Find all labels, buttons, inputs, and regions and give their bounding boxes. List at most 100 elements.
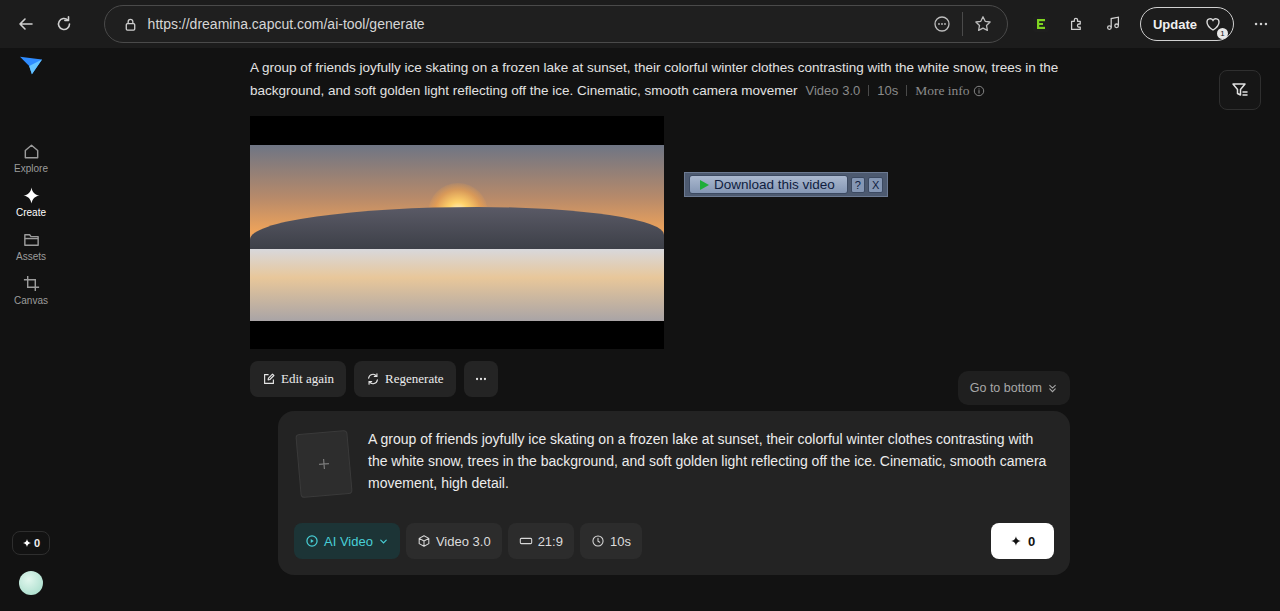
reader-options-icon[interactable] (932, 14, 952, 34)
download-video-button[interactable]: Download this video (689, 175, 848, 194)
update-badge: 1 (1217, 28, 1228, 39)
update-label: Update (1153, 17, 1197, 32)
sidebar-label: Explore (14, 163, 48, 174)
star-icon[interactable] (973, 14, 993, 34)
result-model: Video 3.0 (806, 83, 861, 98)
update-status: 1 (1203, 14, 1223, 34)
dreamina-logo-icon[interactable] (19, 54, 43, 76)
browser-toolbar: https://dreamina.capcut.com/ai-tool/gene… (0, 0, 1280, 48)
sidebar-label: Assets (16, 251, 46, 262)
refresh-icon (54, 14, 74, 34)
duration-selector[interactable]: 10s (580, 523, 642, 559)
sidebar-item[interactable]: Canvas (14, 274, 48, 306)
sidebar-items: Explore Create Assets Canvas (14, 142, 48, 306)
download-label: Download this video (714, 177, 835, 192)
sidebar-bottom: 0 (12, 531, 50, 595)
sparkle-icon (22, 186, 41, 205)
action-button[interactable]: Regenerate (354, 361, 455, 397)
update-button[interactable]: Update 1 (1140, 7, 1234, 41)
model-label: Video 3.0 (436, 534, 491, 549)
reference-image-upload[interactable] (295, 430, 352, 498)
puzzle-icon[interactable] (1068, 15, 1086, 33)
credits-pill[interactable]: 0 (12, 531, 50, 555)
clock-icon (591, 534, 605, 548)
plus-icon (316, 456, 331, 471)
composer-options: AI Video Video 3.0 21:9 10s 0 (294, 523, 1054, 559)
main-area: A group of friends joyfully ice skating … (62, 48, 1280, 611)
extension-icon[interactable] (1032, 15, 1050, 33)
mode-dropdown[interactable]: AI Video (294, 523, 400, 559)
sidebar: Explore Create Assets Canvas 0 (0, 48, 62, 611)
action-button[interactable]: Edit again (250, 361, 346, 397)
more-info-link[interactable]: More info (915, 83, 969, 98)
option-chips: AI Video Video 3.0 21:9 10s (294, 523, 642, 559)
hills (250, 207, 664, 253)
address-bar[interactable]: https://dreamina.capcut.com/ai-tool/gene… (104, 5, 1008, 43)
download-close-button[interactable]: X (868, 177, 883, 193)
duration-label: 10s (610, 534, 631, 549)
ai-video-icon (305, 534, 319, 548)
back-arrow-icon (16, 14, 36, 34)
sidebar-item[interactable]: Assets (14, 230, 48, 262)
cube-icon (417, 534, 431, 548)
sidebar-item[interactable]: Explore (14, 142, 48, 174)
filter-icon (1230, 80, 1250, 100)
video-frame-image (250, 145, 664, 321)
video-row: Download this video?X (250, 116, 1090, 349)
double-chevron-down-icon (1047, 383, 1058, 394)
credits-count: 0 (34, 537, 40, 549)
model-selector[interactable]: Video 3.0 (406, 523, 502, 559)
go-to-bottom-label: Go to bottom (970, 381, 1042, 395)
aspect-ratio-selector[interactable]: 21:9 (508, 523, 574, 559)
sidebar-label: Canvas (14, 295, 48, 306)
back-button[interactable] (10, 8, 42, 40)
result-actions: Edit again Regenerate (250, 361, 498, 397)
app: Explore Create Assets Canvas 0 A group of fri… (0, 48, 1280, 611)
home-icon (22, 142, 41, 161)
sparkle-icon (1010, 535, 1022, 547)
media-control-icon[interactable] (1104, 15, 1122, 33)
info-icon (973, 85, 985, 97)
action-label: Edit again (281, 371, 334, 387)
prompt-composer: A group of friends joyfully ice skating … (278, 411, 1070, 575)
sidebar-label: Create (16, 207, 46, 218)
canvas-icon (22, 274, 41, 293)
more-actions-button[interactable] (464, 361, 498, 397)
aspect-ratio-label: 21:9 (538, 534, 563, 549)
lock-icon (123, 17, 138, 32)
download-help-button[interactable]: ? (851, 177, 865, 193)
refresh-button[interactable] (48, 8, 80, 40)
sidebar-item[interactable]: Create (14, 186, 48, 218)
toolbar-extensions: Update 1 (1032, 7, 1270, 41)
prompt-input[interactable]: A group of friends joyfully ice skating … (368, 428, 1054, 496)
result-meta: Video 3.0 10s More info (806, 83, 985, 98)
address-divider (962, 12, 963, 36)
chevron-down-icon (378, 536, 389, 547)
aspect-ratio-icon (519, 534, 533, 548)
download-overlay: Download this video?X (684, 172, 888, 197)
play-icon (698, 179, 710, 191)
edit-icon (262, 372, 276, 386)
result-duration: 10s (877, 83, 898, 98)
action-label: Regenerate (385, 371, 443, 387)
page: https://dreamina.capcut.com/ai-tool/gene… (0, 0, 1280, 611)
ice-surface (250, 249, 664, 321)
avatar[interactable] (19, 571, 43, 595)
folder-icon (22, 230, 41, 249)
actions-row: Edit again Regenerate Go to bottom (250, 361, 1070, 405)
meta-divider (906, 85, 907, 96)
video-player[interactable] (250, 116, 664, 349)
mode-label: AI Video (324, 534, 373, 549)
result-prompt: A group of friends joyfully ice skating … (250, 56, 1090, 102)
more-menu-icon[interactable] (1252, 15, 1270, 33)
go-to-bottom-button[interactable]: Go to bottom (958, 371, 1070, 405)
more-icon (474, 372, 488, 386)
composer-input-row: A group of friends joyfully ice skating … (294, 428, 1054, 496)
url-text: https://dreamina.capcut.com/ai-tool/gene… (148, 16, 425, 32)
generate-cost: 0 (1028, 534, 1035, 549)
result-header: A group of friends joyfully ice skating … (250, 48, 1090, 102)
results-column: A group of friends joyfully ice skating … (250, 48, 1090, 575)
sparkle-icon (22, 538, 32, 548)
generate-button[interactable]: 0 (991, 523, 1054, 559)
filter-button[interactable] (1219, 70, 1261, 110)
